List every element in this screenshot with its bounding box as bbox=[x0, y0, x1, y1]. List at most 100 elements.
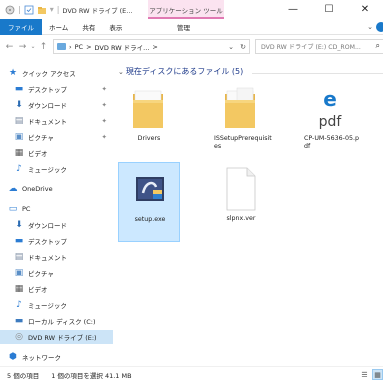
up-button[interactable]: ↑ bbox=[37, 42, 50, 52]
close-button[interactable]: ✕ bbox=[347, 0, 383, 19]
music-icon: ♪ bbox=[16, 164, 22, 174]
address-dropdown-icon[interactable]: ⌄ bbox=[225, 43, 237, 51]
desktop-icon: ▬ bbox=[14, 236, 24, 246]
sidebar-item-label: OneDrive bbox=[22, 185, 53, 193]
sidebar-item[interactable]: ★ クイック アクセス bbox=[0, 66, 113, 80]
sidebar-item-label: ドキュメント bbox=[28, 118, 67, 126]
sidebar-item[interactable]: ▬ デスクトップ bbox=[0, 234, 113, 248]
videos-icon: ▦ bbox=[14, 284, 24, 294]
details-view-icon[interactable]: ☰ bbox=[359, 369, 370, 380]
customize-dropdown-icon[interactable]: ▾ bbox=[50, 5, 54, 14]
separator: | bbox=[56, 5, 60, 14]
pin-icon[interactable]: ✦ bbox=[102, 101, 107, 109]
large-icons-view-icon[interactable]: ▦ bbox=[372, 369, 383, 380]
file-name: slpnx.ver bbox=[226, 215, 256, 222]
item-count: 5 個の項目 bbox=[7, 372, 40, 380]
ribbon-right: ⌄ bbox=[367, 19, 383, 35]
sidebar-item[interactable]: ▬ ローカル ディスク (C:) bbox=[0, 314, 113, 328]
breadcrumb-pc[interactable]: PC bbox=[75, 43, 83, 51]
window-title: DVD RW ドライブ (E... bbox=[62, 6, 133, 15]
maximize-button[interactable]: ☐ bbox=[311, 0, 347, 19]
sidebar-item[interactable]: ▣ ピクチャ bbox=[0, 266, 113, 280]
pdf-icon: e pdf bbox=[319, 87, 343, 130]
tab-share[interactable]: 共有 bbox=[75, 19, 102, 35]
file-item-setup-exe[interactable]: setup.exe bbox=[118, 162, 180, 242]
new-folder-icon[interactable] bbox=[37, 5, 47, 15]
tab-view[interactable]: 表示 bbox=[102, 19, 129, 35]
sidebar-item[interactable]: ☁ OneDrive bbox=[0, 182, 113, 196]
sidebar-item-label: ピクチャ bbox=[28, 270, 54, 278]
sidebar-item[interactable]: ♪ ミュージック bbox=[0, 162, 113, 176]
tab-home[interactable]: ホーム bbox=[42, 19, 75, 35]
pin-icon[interactable]: ✦ bbox=[102, 117, 107, 125]
folder-icon bbox=[225, 87, 255, 128]
sidebar-item[interactable]: ▣ ピクチャ ✦ bbox=[0, 130, 113, 144]
file-item-drivers[interactable]: Drivers bbox=[118, 82, 180, 162]
sidebar-item[interactable]: ▭ PC bbox=[0, 202, 113, 216]
sidebar-item[interactable]: ⬢ ネットワーク bbox=[0, 350, 113, 364]
setup-exe-icon bbox=[136, 177, 164, 201]
sidebar-item[interactable]: ▤ ドキュメント ✦ bbox=[0, 114, 113, 128]
documents-icon: ▤ bbox=[14, 116, 24, 126]
navigation-pane: ★ クイック アクセス ▬ デスクトップ ✦ ⬇ ダウンロード ✦ ▤ ドキュメント ✦ ▣ ピクチャ ✦… bbox=[0, 58, 113, 366]
pictures-icon: ▣ bbox=[14, 268, 24, 278]
file-name: CP-UM-5636-05.pdf bbox=[304, 135, 359, 150]
quick-access-toolbar: | ▾ | bbox=[0, 0, 59, 19]
drive-icon[interactable] bbox=[5, 5, 15, 15]
sidebar-item-label: ピクチャ bbox=[28, 134, 54, 142]
forward-button[interactable]: → bbox=[16, 42, 29, 52]
svg-text:pdf: pdf bbox=[319, 114, 343, 130]
dvd-drive-icon: ◎ bbox=[15, 332, 23, 342]
sidebar-item[interactable]: ♪ ミュージック bbox=[0, 298, 113, 312]
pc-icon bbox=[57, 43, 66, 50]
search-box[interactable]: DVD RW ドライブ (E:) CD_ROM... ⌕ bbox=[255, 39, 383, 54]
download-icon: ⬇ bbox=[15, 100, 23, 110]
breadcrumb-dvd-drive[interactable]: DVD RW ドライ... bbox=[95, 42, 150, 52]
properties-icon[interactable] bbox=[24, 5, 34, 15]
file-item-slpnx-ver[interactable]: slpnx.ver bbox=[210, 162, 272, 242]
sidebar-item[interactable]: ◎ DVD RW ドライブ (E:) bbox=[0, 330, 113, 344]
blank-file-icon bbox=[226, 167, 256, 211]
documents-icon: ▤ bbox=[14, 252, 24, 262]
help-icon[interactable] bbox=[376, 22, 383, 32]
search-icon: ⌕ bbox=[375, 41, 380, 50]
breadcrumb-sep: > bbox=[152, 42, 158, 51]
sidebar-item[interactable]: ▦ ビデオ bbox=[0, 282, 113, 296]
sidebar-item[interactable]: ⬇ ダウンロード ✦ bbox=[0, 98, 113, 112]
sidebar-item[interactable]: ▤ ドキュメント bbox=[0, 250, 113, 264]
music-icon: ♪ bbox=[16, 300, 22, 310]
ribbon-tabs: ファイル ホーム 共有 表示 管理 ⌄ bbox=[0, 18, 383, 35]
sidebar-item[interactable]: ⬇ ダウンロード bbox=[0, 218, 113, 232]
back-button[interactable]: ← bbox=[3, 42, 16, 52]
file-item-issetupprerequisites[interactable]: ISSetupPrerequisites bbox=[210, 82, 272, 162]
separator: | bbox=[18, 5, 21, 14]
tab-file[interactable]: ファイル bbox=[0, 18, 42, 35]
file-item-pdf[interactable]: e pdf CP-UM-5636-05.pdf bbox=[300, 82, 362, 162]
sidebar-item-label: ミュージック bbox=[28, 302, 67, 310]
sidebar-item-label: ローカル ディスク (C:) bbox=[28, 318, 96, 326]
sidebar-item[interactable]: ▬ デスクトップ ✦ bbox=[0, 82, 113, 96]
onedrive-icon: ☁ bbox=[8, 184, 18, 194]
address-bar[interactable]: › PC > DVD RW ドライ... > ⌄ ↻ bbox=[53, 39, 250, 54]
tab-manage[interactable]: 管理 bbox=[170, 19, 197, 35]
group-header-label: 現在ディスクにあるファイル (5) bbox=[125, 67, 244, 76]
group-header[interactable]: ⌄ 現在ディスクにあるファイル (5) bbox=[118, 66, 243, 77]
pin-icon[interactable]: ✦ bbox=[102, 85, 107, 93]
svg-text:e: e bbox=[323, 87, 337, 111]
expand-ribbon-icon[interactable]: ⌄ bbox=[367, 23, 373, 31]
search-placeholder: DVD RW ドライブ (E:) CD_ROM... bbox=[261, 44, 361, 51]
sidebar-item-label: デスクトップ bbox=[28, 86, 67, 94]
pin-icon[interactable]: ✦ bbox=[102, 133, 107, 141]
sidebar-item-label: クイック アクセス bbox=[22, 70, 76, 78]
pc-icon: ▭ bbox=[8, 204, 18, 214]
recent-locations-button[interactable]: ⌄ bbox=[29, 43, 37, 50]
status-bar: 5 個の項目 1 個の項目を選択 41.1 MB ☰ ▦ bbox=[0, 366, 383, 383]
address-controls: ⌄ ↻ bbox=[225, 40, 249, 53]
star-icon: ★ bbox=[8, 68, 18, 78]
sidebar-item[interactable]: ▦ ビデオ bbox=[0, 146, 113, 160]
desktop-icon: ▬ bbox=[14, 84, 24, 94]
breadcrumb-sep: > bbox=[86, 42, 92, 51]
view-toggle: ☰ ▦ bbox=[359, 369, 383, 380]
refresh-icon[interactable]: ↻ bbox=[237, 43, 249, 51]
minimize-button[interactable]: — bbox=[275, 0, 311, 19]
